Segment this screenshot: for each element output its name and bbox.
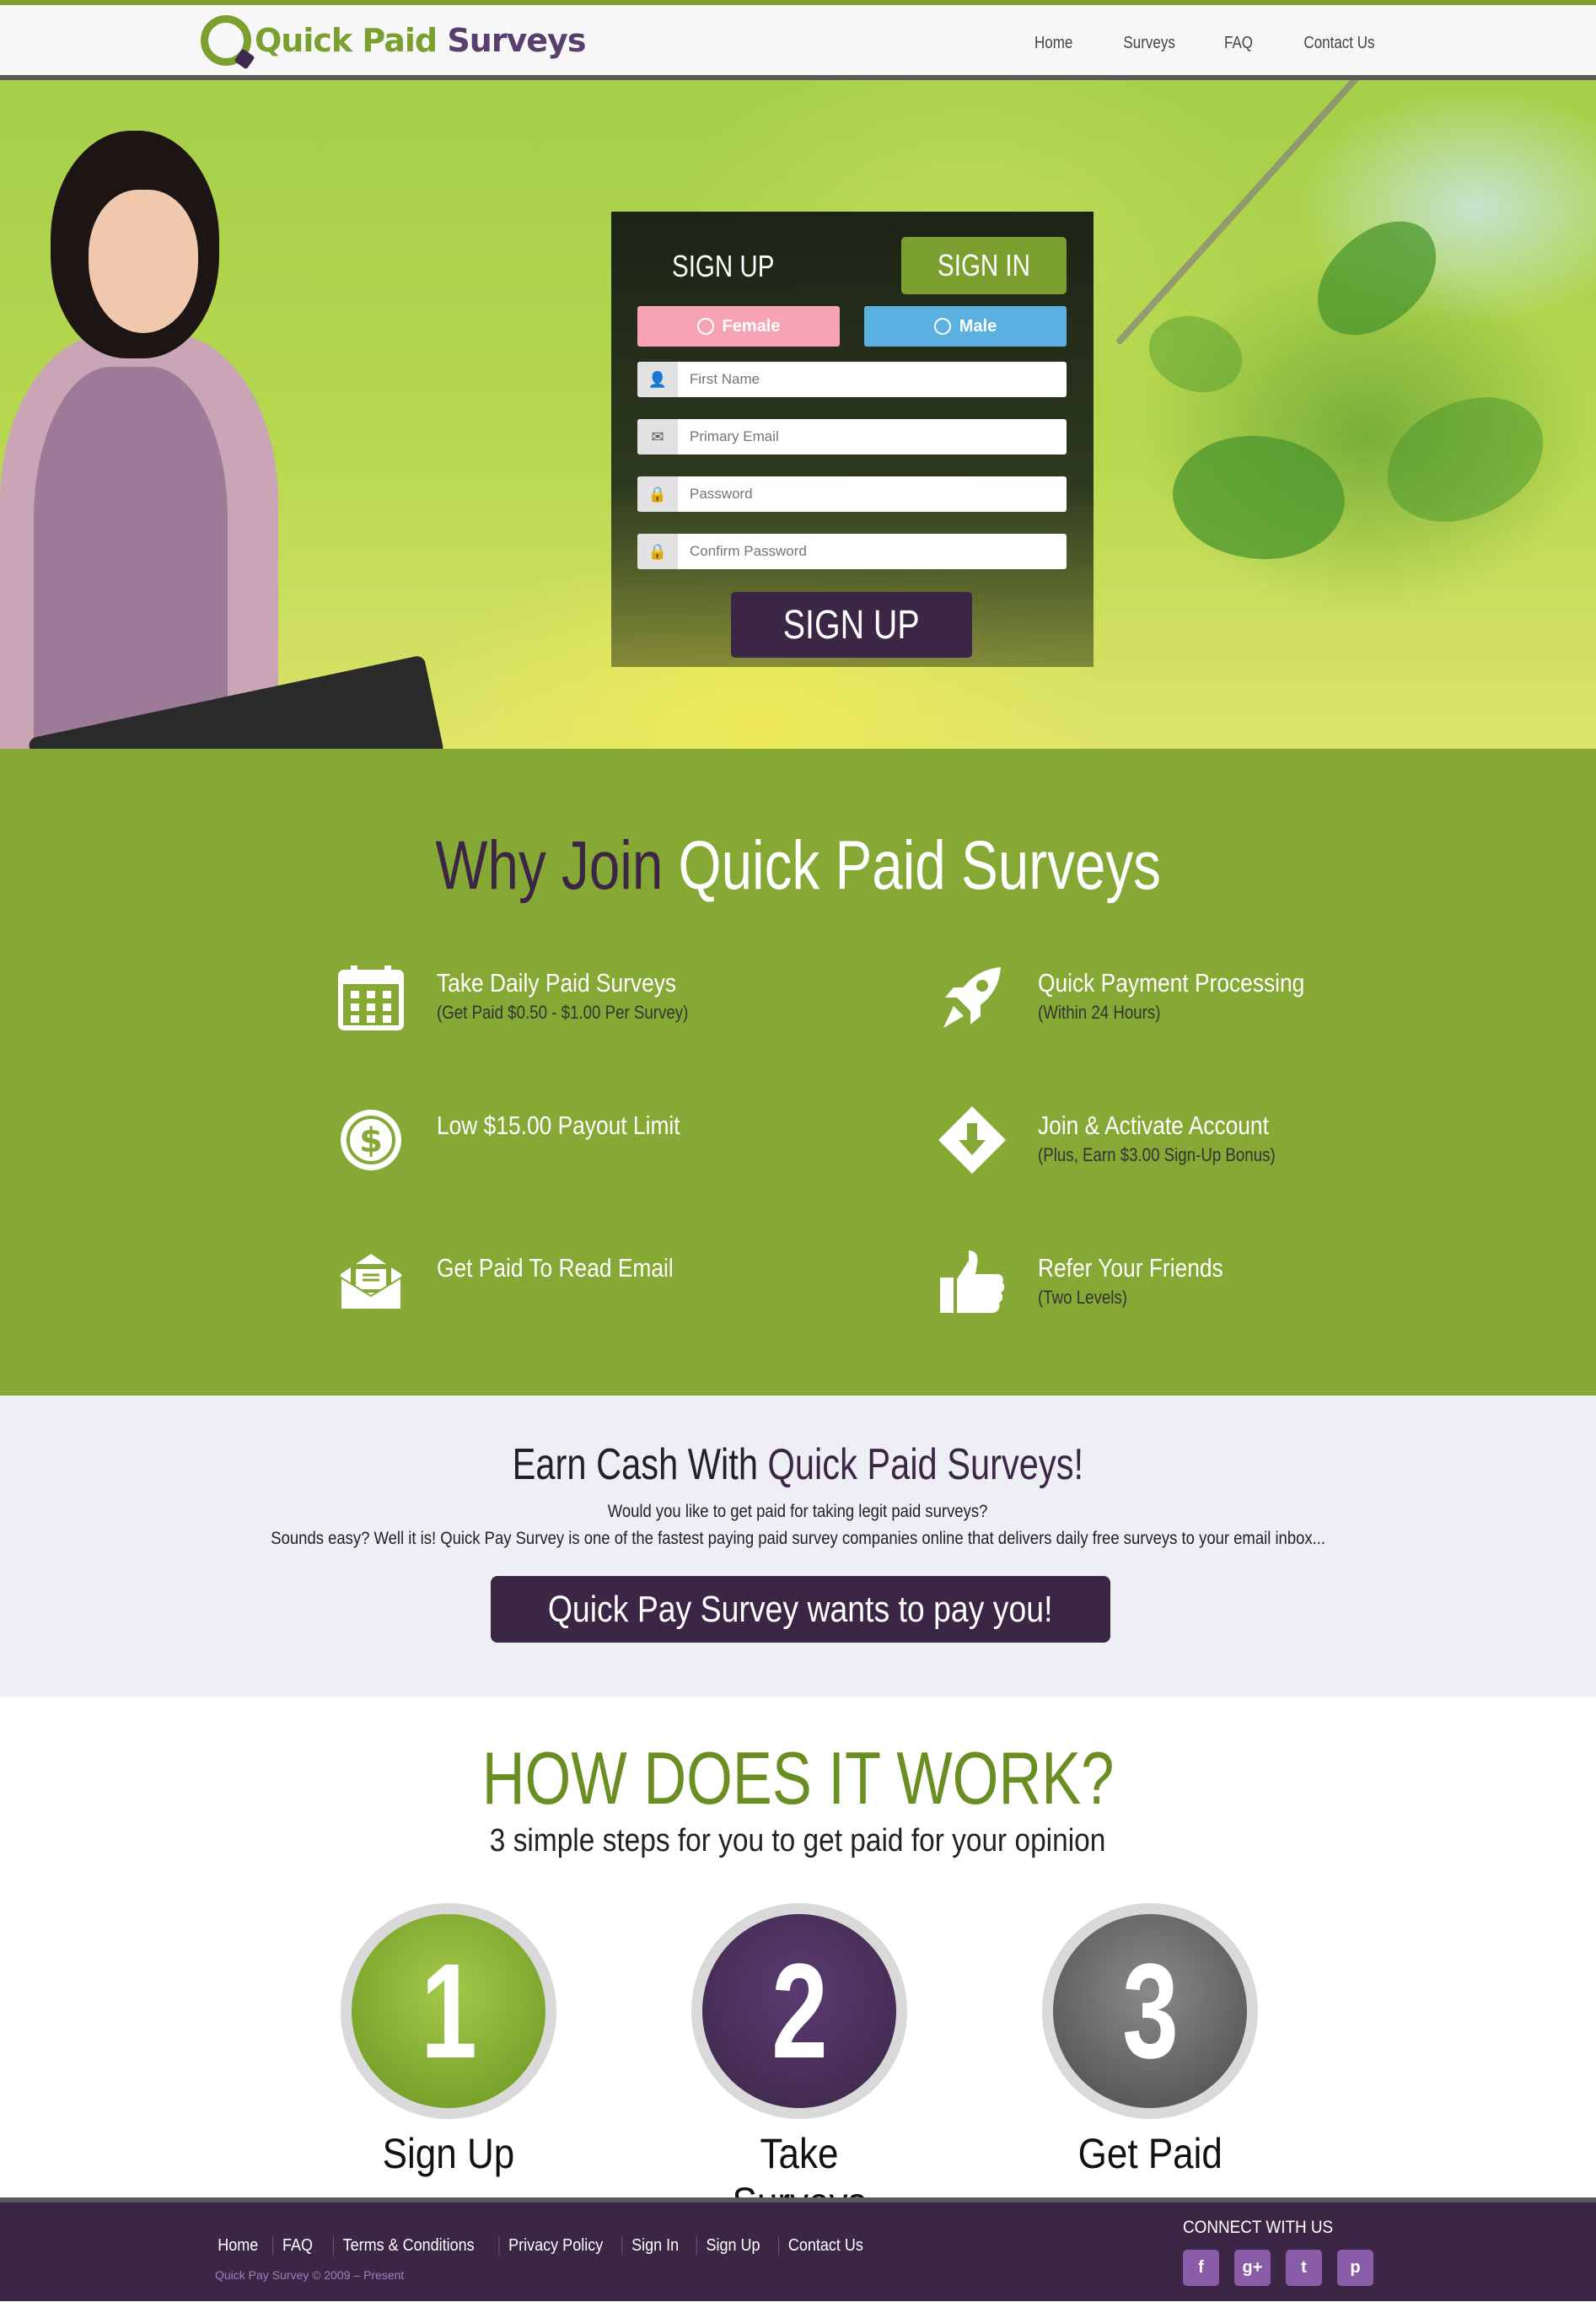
footer-links: Home FAQ Terms & Conditions Privacy Poli…	[215, 2236, 878, 2256]
footer-link-terms[interactable]: Terms & Conditions	[333, 2236, 484, 2256]
svg-text:$: $	[359, 1121, 383, 1160]
step-label: Sign Up	[382, 2130, 515, 2177]
how-it-works-subtitle: 3 simple steps for you to get paid for y…	[490, 1823, 1106, 1858]
tab-sign-up[interactable]: SIGN UP	[672, 249, 774, 284]
feature-item: Quick Payment Processing (Within 24 Hour…	[938, 964, 1411, 1031]
password-input[interactable]	[678, 477, 1067, 511]
copyright-text: Quick Pay Survey © 2009 – Present	[215, 2268, 405, 2282]
email-input[interactable]	[678, 420, 1067, 454]
site-logo[interactable]: Quick Paid Surveys	[201, 15, 586, 66]
step-sign-up: 1 Sign Up	[339, 1903, 558, 2178]
hero-woman-image	[0, 80, 455, 749]
thumbs-up-icon	[938, 1249, 1006, 1316]
confirm-password-input[interactable]	[678, 535, 1067, 568]
first-name-field: 👤	[637, 362, 1067, 397]
feature-item: Join & Activate Account (Plus, Earn $3.0…	[938, 1106, 1411, 1174]
footer-link-home[interactable]: Home	[218, 2236, 267, 2256]
earn-cash-section: Earn Cash With Quick Paid Surveys! Would…	[0, 1396, 1596, 1697]
how-it-works-title: HOW DOES IT WORK?	[481, 1736, 1115, 1820]
how-it-works-section: HOW DOES IT WORK? 3 simple steps for you…	[0, 1697, 1596, 2226]
feature-item: Refer Your Friends (Two Levels)	[938, 1249, 1411, 1316]
signup-form: SIGN UP SIGN IN Female Male 👤 ✉ 🔒 �	[611, 212, 1094, 667]
hero-section: SIGN UP SIGN IN Female Male 👤 ✉ 🔒 �	[0, 80, 1596, 749]
twitter-icon[interactable]: t	[1286, 2250, 1322, 2286]
nav-home[interactable]: Home	[1034, 34, 1072, 53]
step-number-badge: 2	[702, 1914, 896, 2108]
gender-female-label: Female	[722, 316, 781, 336]
first-name-input[interactable]	[678, 363, 1067, 396]
dollar-icon: $	[337, 1106, 405, 1174]
footer-link-contact[interactable]: Contact Us	[777, 2236, 873, 2256]
feature-item: $ Low $15.00 Payout Limit	[337, 1106, 809, 1174]
step-number-badge: 3	[1053, 1914, 1247, 2108]
earn-cash-line-1: Would you like to get paid for taking le…	[608, 1502, 988, 1521]
hero-leaf-decoration	[1295, 204, 1459, 352]
step-take-surveys: 2 Take Surveys	[690, 1903, 909, 2227]
password-field: 🔒	[637, 476, 1067, 512]
google-plus-icon[interactable]: g+	[1234, 2250, 1271, 2286]
logo-text-surveys: Surveys	[447, 22, 586, 59]
pay-you-cta-button[interactable]: Quick Pay Survey wants to pay you!	[491, 1576, 1110, 1643]
gender-male-label: Male	[959, 316, 997, 336]
logo-text-quick-paid: Quick Paid	[255, 22, 438, 59]
feature-item: Take Daily Paid Surveys (Get Paid $0.50 …	[337, 964, 809, 1031]
lock-icon: 🔒	[637, 476, 678, 512]
hero-leaf-decoration	[1376, 387, 1555, 532]
confirm-password-field: 🔒	[637, 534, 1067, 569]
gender-female-option[interactable]: Female	[637, 306, 840, 347]
download-icon	[938, 1106, 1006, 1174]
sign-up-button[interactable]: SIGN UP	[731, 592, 972, 658]
form-tabs: SIGN UP SIGN IN	[611, 212, 1094, 306]
earn-cash-title: Earn Cash With Quick Paid Surveys!	[512, 1440, 1084, 1489]
nav-contact-us[interactable]: Contact Us	[1303, 34, 1374, 53]
feature-item: Get Paid To Read Email	[337, 1249, 809, 1316]
user-icon: 👤	[637, 362, 678, 397]
hero-leaf-decoration	[1135, 295, 1256, 413]
lock-icon: 🔒	[637, 534, 678, 569]
site-footer: Home FAQ Terms & Conditions Privacy Poli…	[0, 2197, 1596, 2301]
gender-selector: Female Male	[637, 306, 1067, 347]
radio-icon	[933, 318, 951, 335]
earn-cash-line-2: Sounds easy? Well it is! Quick Pay Surve…	[271, 1529, 1325, 1548]
step-label: Get Paid	[1077, 2130, 1223, 2177]
pinterest-icon[interactable]: p	[1337, 2250, 1373, 2286]
nav-surveys[interactable]: Surveys	[1123, 34, 1174, 53]
footer-link-sign-in[interactable]: Sign In	[621, 2236, 689, 2256]
footer-link-sign-up[interactable]: Sign Up	[696, 2236, 769, 2256]
main-nav: Home Surveys FAQ Contact Us	[1031, 34, 1381, 53]
step-get-paid: 3 Get Paid	[1040, 1903, 1260, 2178]
connect-with-us-heading: CONNECT WITH US	[1183, 2218, 1334, 2237]
tab-sign-in[interactable]: SIGN IN	[901, 237, 1067, 294]
hero-leaf-decoration	[1158, 409, 1360, 586]
rocket-icon	[938, 964, 1006, 1031]
why-join-title: Why Join Quick Paid Surveys	[435, 827, 1161, 904]
step-number-badge: 1	[352, 1914, 545, 2108]
footer-link-faq[interactable]: FAQ	[272, 2236, 323, 2256]
facebook-icon[interactable]: f	[1183, 2250, 1219, 2286]
social-links: f g+ t p	[1183, 2250, 1373, 2286]
nav-faq[interactable]: FAQ	[1224, 34, 1253, 53]
logo-q-icon	[201, 15, 251, 66]
calendar-icon	[337, 964, 405, 1031]
email-field: ✉	[637, 419, 1067, 454]
site-header: Quick Paid Surveys Home Surveys FAQ Cont…	[0, 5, 1596, 80]
radio-icon	[696, 318, 714, 335]
gender-male-option[interactable]: Male	[864, 306, 1067, 347]
footer-link-privacy[interactable]: Privacy Policy	[498, 2236, 612, 2256]
envelope-icon	[337, 1249, 405, 1316]
envelope-icon: ✉	[637, 419, 678, 454]
why-join-section: Why Join Quick Paid Surveys Take Daily P…	[0, 749, 1596, 1396]
